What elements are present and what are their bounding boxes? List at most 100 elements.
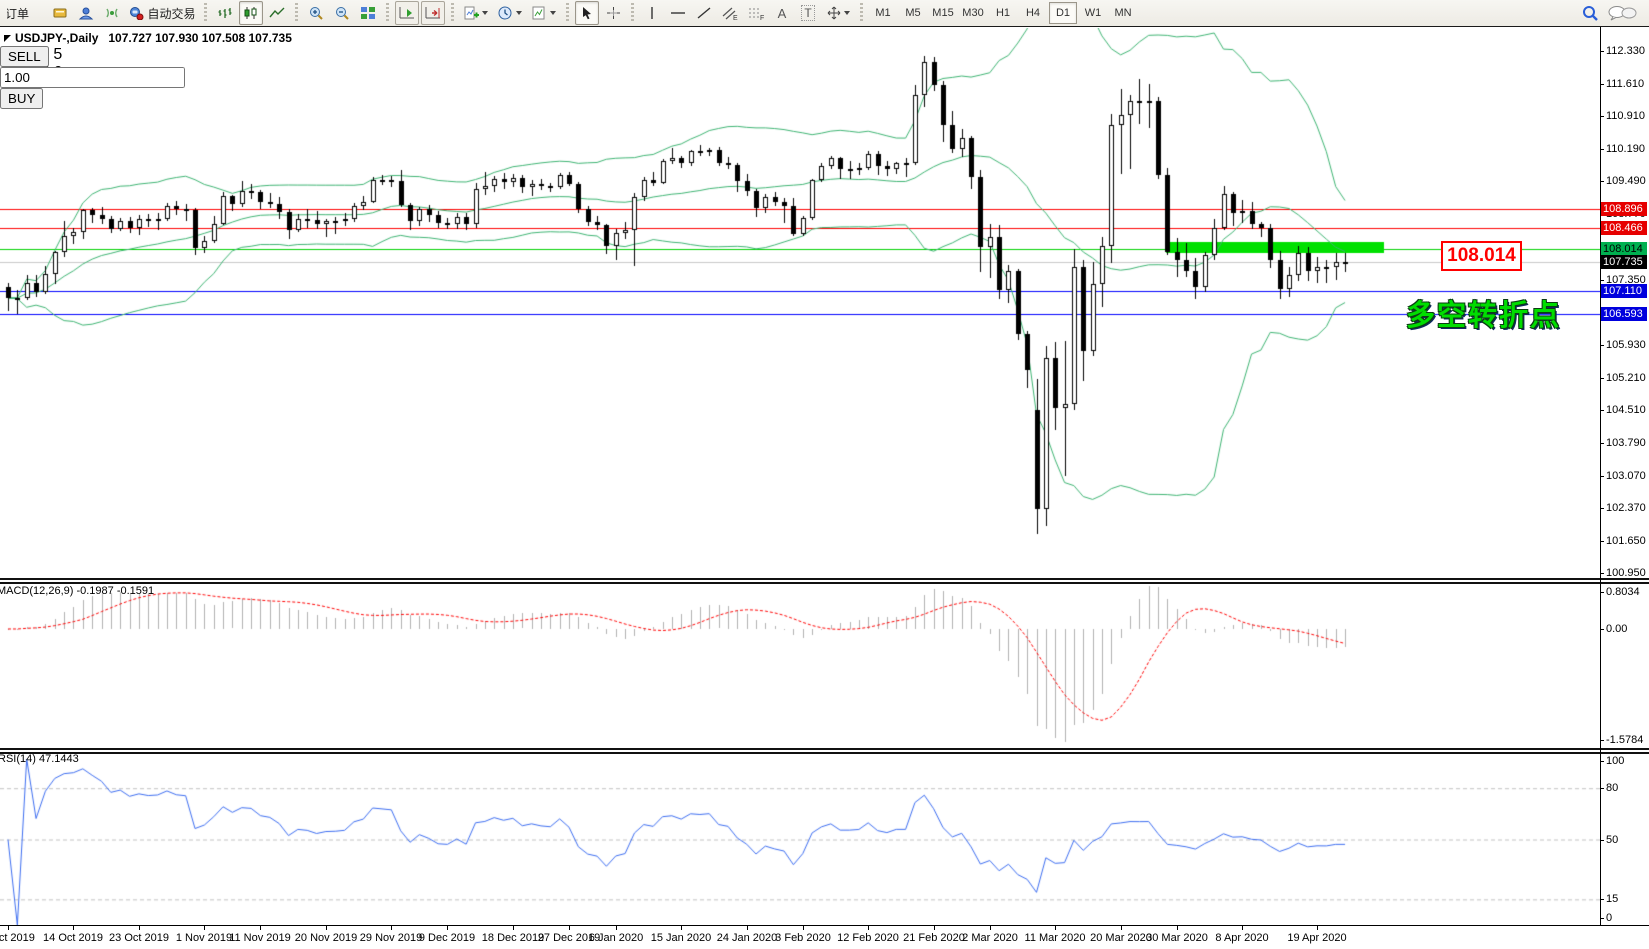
indicators-icon[interactable] xyxy=(460,1,492,25)
date-tick xyxy=(1317,925,1318,930)
volume-input[interactable] xyxy=(0,67,185,88)
buy-button[interactable]: BUY xyxy=(0,88,43,109)
axis-tick xyxy=(1600,592,1604,593)
axis-tick xyxy=(1600,788,1604,789)
date-label: 3 Feb 2020 xyxy=(775,932,831,944)
axis-tick xyxy=(1600,280,1604,281)
date-label: 20 Mar 2020 xyxy=(1090,932,1152,944)
auto-trading-button[interactable]: 自动交易 xyxy=(126,1,198,25)
pivot-point-note[interactable]: 多空转折点 xyxy=(1406,292,1561,334)
chart-window: USDJPY-,Daily 107.727 107.930 107.508 10… xyxy=(0,27,1649,949)
timeframe-button-m30[interactable]: M30 xyxy=(959,2,987,24)
date-tick xyxy=(616,925,617,930)
timeframe-button-mn[interactable]: MN xyxy=(1109,2,1137,24)
date-tick xyxy=(868,925,869,930)
macd-axis-label: 0.8034 xyxy=(1606,586,1640,598)
axis-tick xyxy=(1600,116,1604,117)
timeframe-button-w1[interactable]: W1 xyxy=(1079,2,1107,24)
date-label: 12 Feb 2020 xyxy=(837,932,899,944)
price-tick-label: 105.210 xyxy=(1606,372,1646,384)
date-label: 30 Mar 2020 xyxy=(1146,932,1208,944)
equidistant-channel-icon[interactable]: E xyxy=(718,1,742,25)
rsi-axis-label: 0 xyxy=(1606,912,1612,924)
chat-icon[interactable] xyxy=(1604,1,1640,25)
price-tick-label: 110.190 xyxy=(1606,143,1645,155)
axis-tick xyxy=(1600,740,1604,741)
sell-button[interactable]: SELL xyxy=(0,46,49,67)
tile-windows-icon[interactable] xyxy=(356,1,380,25)
collapse-triangle-icon[interactable] xyxy=(4,35,11,42)
axis-tick xyxy=(1600,410,1604,411)
periods-icon[interactable] xyxy=(494,1,526,25)
dropdown-arrow-icon xyxy=(516,11,522,15)
axis-tick xyxy=(1600,840,1604,841)
text-label-icon[interactable]: T xyxy=(796,1,820,25)
price-tick-label: 104.510 xyxy=(1606,404,1646,416)
price-tick-label: 109.490 xyxy=(1606,175,1646,187)
timeframe-button-h1[interactable]: H1 xyxy=(989,2,1017,24)
search-icon[interactable] xyxy=(1578,1,1602,25)
panel-separator[interactable] xyxy=(0,748,1649,754)
bar-chart-icon[interactable] xyxy=(213,1,237,25)
timeframe-button-d1[interactable]: D1 xyxy=(1049,2,1077,24)
timeframe-button-m5[interactable]: M5 xyxy=(899,2,927,24)
date-tick xyxy=(8,925,9,930)
price-tick-label: 110.910 xyxy=(1606,110,1645,122)
date-tick xyxy=(326,925,327,930)
candlestick-chart-icon[interactable] xyxy=(239,1,263,25)
cursor-icon[interactable] xyxy=(575,1,599,25)
zoom-out-icon[interactable] xyxy=(330,1,354,25)
horizontal-line-icon[interactable] xyxy=(666,1,690,25)
market-watch-icon[interactable] xyxy=(48,1,72,25)
crosshair-icon[interactable] xyxy=(601,1,625,25)
main-toolbar: 新订单 自动交易 xyxy=(0,0,1649,27)
timeframe-button-h4[interactable]: H4 xyxy=(1019,2,1047,24)
chart-shift-icon[interactable] xyxy=(421,1,445,25)
rsi-panel-canvas[interactable] xyxy=(0,754,1600,925)
trendline-icon[interactable] xyxy=(692,1,716,25)
ohlc-values: 107.727 107.930 107.508 107.735 xyxy=(108,31,292,45)
date-label: 19 Apr 2020 xyxy=(1287,932,1346,944)
date-label: 20 Nov 2019 xyxy=(295,932,357,944)
timeframe-button-m15[interactable]: M15 xyxy=(929,2,957,24)
date-label: 11 Nov 2019 xyxy=(229,932,291,944)
axis-tick xyxy=(1600,918,1604,919)
toolbar-separator xyxy=(386,3,389,23)
mt4-terminal: 新订单 自动交易 xyxy=(0,0,1649,949)
one-click-trading-panel: SELL BUY 107 73 5 107 77 6 xyxy=(0,46,217,110)
line-chart-icon[interactable] xyxy=(265,1,289,25)
price-badge: 108.466 xyxy=(1601,221,1647,235)
price-tick-label: 103.790 xyxy=(1606,437,1646,449)
accounts-icon[interactable] xyxy=(74,1,98,25)
date-label: 15 Jan 2020 xyxy=(651,932,712,944)
vertical-line-icon[interactable] xyxy=(640,1,664,25)
auto-scroll-icon[interactable] xyxy=(395,1,419,25)
date-tick xyxy=(681,925,682,930)
zoom-in-icon[interactable] xyxy=(304,1,328,25)
axis-tick xyxy=(1600,541,1604,542)
new-order-button[interactable]: 新订单 xyxy=(4,1,46,25)
date-label: 6 Jan 2020 xyxy=(589,932,643,944)
price-callout-box[interactable]: 108.014 xyxy=(1441,241,1522,271)
price-tick-label: 103.070 xyxy=(1606,470,1646,482)
toolbar-separator xyxy=(631,3,634,23)
axis-tick xyxy=(1600,51,1604,52)
date-label: 3 Oct 2019 xyxy=(0,932,35,944)
macd-panel-canvas[interactable] xyxy=(0,584,1600,748)
date-tick xyxy=(204,925,205,930)
axis-tick xyxy=(1600,761,1604,762)
panel-separator[interactable] xyxy=(0,578,1649,584)
toolbar-separator xyxy=(204,3,207,23)
templates-icon[interactable] xyxy=(528,1,560,25)
text-icon[interactable]: A xyxy=(770,1,794,25)
arrows-icon[interactable] xyxy=(822,1,854,25)
axis-tick xyxy=(1600,476,1604,477)
main-chart-canvas[interactable] xyxy=(0,28,1600,578)
axis-tick xyxy=(1600,899,1604,900)
fibonacci-icon[interactable]: F xyxy=(744,1,768,25)
price-tick-label: 111.610 xyxy=(1606,78,1644,90)
timeframe-button-m1[interactable]: M1 xyxy=(869,2,897,24)
signals-icon[interactable] xyxy=(100,1,124,25)
axis-tick xyxy=(1600,149,1604,150)
axis-tick xyxy=(1600,345,1604,346)
